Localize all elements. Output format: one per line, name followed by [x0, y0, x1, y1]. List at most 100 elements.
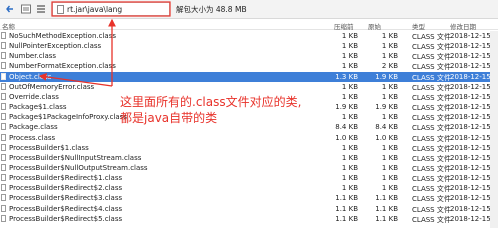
back-arrow-icon[interactable]	[4, 3, 16, 15]
compressed-size: 8.4 KB	[335, 123, 358, 132]
file-name: NullPointerException.class	[9, 42, 102, 51]
original-size: 1.0 KB	[375, 133, 398, 142]
class-file-icon	[1, 123, 6, 131]
file-row[interactable]: ProcessBuilder$1.class 1 KB 1 KB CLASS 文件 20…	[0, 143, 498, 153]
compressed-size: 1 KB	[341, 62, 358, 71]
file-row[interactable]: ProcessBuilder$Redirect$1.class 1 KB 1 KB C…	[0, 173, 498, 183]
compressed-size: 1.1 KB	[335, 194, 358, 203]
class-file-icon	[1, 153, 6, 161]
compressed-size: 1.0 KB	[335, 133, 358, 142]
file-row[interactable]: NumberFormatException.class 1 KB 2 KB CLASS…	[0, 61, 498, 71]
file-name: Package$1.class	[9, 103, 67, 112]
file-row[interactable]: NoSuchMethodException.class 1 KB 1 KB CLASS…	[0, 31, 498, 41]
menu-icon[interactable]	[35, 3, 47, 15]
file-row[interactable]: ProcessBuilder$NullOutputStream.class 1 K…	[0, 163, 498, 173]
file-row[interactable]: OutOfMemoryError.class 1 KB 1 KB CLASS 文件 20…	[0, 82, 498, 92]
class-file-icon	[1, 52, 6, 60]
file-name: ProcessBuilder$NullOutputStream.class	[9, 163, 148, 172]
original-size: 8.4 KB	[375, 123, 398, 132]
compressed-size: 1.3 KB	[335, 72, 358, 81]
col-original[interactable]: 原始	[368, 21, 381, 31]
annotation-line-2: 都是java自带的类	[120, 111, 218, 125]
original-size: 1.1 KB	[375, 214, 398, 223]
column-header: 名称 压缩前 原始 类型 修改日期	[0, 20, 498, 31]
file-name: Object.class	[9, 72, 52, 81]
class-file-icon	[1, 103, 6, 111]
path-bar[interactable]: rt.jar\java\lang	[52, 2, 170, 16]
class-file-icon	[1, 143, 6, 151]
compressed-size: 1 KB	[341, 153, 358, 162]
col-modified[interactable]: 修改日期	[450, 21, 476, 31]
original-size: 1 KB	[381, 42, 398, 51]
path-text: rt.jar\java\lang	[67, 5, 123, 14]
class-file-icon	[1, 174, 6, 182]
original-size: 1.9 KB	[375, 103, 398, 112]
file-name: ProcessBuilder$Redirect$1.class	[9, 174, 123, 183]
original-size: 1.1 KB	[375, 194, 398, 203]
col-type[interactable]: 类型	[412, 21, 425, 31]
original-size: 1 KB	[381, 82, 398, 91]
compressed-size: 1 KB	[341, 82, 358, 91]
compressed-size: 1.1 KB	[335, 214, 358, 223]
scrollbar[interactable]	[490, 31, 498, 228]
compressed-size: 1 KB	[341, 42, 358, 51]
file-name: ProcessBuilder$Redirect$2.class	[9, 184, 123, 193]
file-name: ProcessBuilder$Redirect$4.class	[9, 204, 123, 213]
class-file-icon	[1, 204, 6, 212]
original-size: 1 KB	[381, 113, 398, 122]
compressed-size: 1 KB	[341, 184, 358, 193]
file-name: ProcessBuilder$1.class	[9, 143, 89, 152]
file-name: Number.class	[9, 52, 57, 61]
file-row[interactable]: ProcessBuilder$Redirect$2.class 1 KB 1 KB C…	[0, 183, 498, 193]
class-file-icon	[1, 184, 6, 192]
original-size: 1 KB	[381, 32, 398, 40]
file-row[interactable]: NullPointerException.class 1 KB 1 KB CLASS …	[0, 41, 498, 51]
view-mode-icon[interactable]	[20, 3, 32, 15]
compressed-size: 1 KB	[341, 113, 358, 122]
original-size: 1.9 KB	[375, 72, 398, 81]
file-icon	[57, 5, 64, 14]
original-size: 1 KB	[381, 52, 398, 61]
file-row[interactable]: ProcessBuilder$Redirect$3.class 1.1 KB 1.1…	[0, 193, 498, 203]
file-row[interactable]: Number.class1 KB1 KBCLASS 文件2018-12-15 1…	[0, 51, 498, 61]
class-file-icon	[1, 62, 6, 70]
original-size: 1 KB	[381, 184, 398, 193]
class-file-icon	[1, 82, 6, 90]
class-file-icon	[1, 133, 6, 141]
file-name: Package.class	[9, 123, 58, 132]
class-file-icon	[1, 113, 6, 121]
original-size: 2 KB	[381, 62, 398, 71]
annotation-text: 这里面所有的.class文件对应的类, 都是java自带的类	[120, 94, 301, 126]
file-row[interactable]: Object.class 1.3 KB 1.9 KB CLASS 文件 2018-12-…	[0, 71, 498, 82]
file-name: Override.class	[9, 92, 59, 101]
class-file-icon	[1, 92, 6, 100]
file-row[interactable]: ProcessBuilder$NullInputStream.class 1 KB…	[0, 153, 498, 163]
class-file-icon	[1, 194, 6, 202]
file-row[interactable]: ProcessBuilder$Redirect$5.class 1.1 KB 1.1…	[0, 214, 498, 224]
compressed-size: 1 KB	[341, 52, 358, 61]
class-file-icon	[1, 163, 6, 171]
file-name: NumberFormatException.class	[9, 62, 116, 71]
col-name[interactable]: 名称	[2, 21, 15, 31]
class-file-icon	[1, 214, 6, 222]
file-name: Package$1PackageInfoProxy.class	[9, 113, 127, 122]
col-compressed[interactable]: 压缩前	[334, 21, 354, 31]
file-name: ProcessBuilder$Redirect$3.class	[9, 194, 123, 203]
compressed-size: 1.1 KB	[335, 204, 358, 213]
original-size: 1.1 KB	[375, 204, 398, 213]
file-name: ProcessBuilder$NullInputStream.class	[9, 153, 142, 162]
class-file-icon	[1, 42, 6, 50]
compressed-size: 1.9 KB	[335, 103, 358, 112]
original-size: 1 KB	[381, 143, 398, 152]
class-file-icon	[1, 72, 6, 80]
annotation-line-1: 这里面所有的.class文件对应的类,	[120, 95, 302, 109]
file-row[interactable]: Process.class 1.0 KB 1.0 KB CLASS 文件 2018-12…	[0, 133, 498, 143]
file-row[interactable]: ProcessBuilder$Redirect$4.class 1.1 KB 1.1…	[0, 204, 498, 214]
file-name: NoSuchMethodException.class	[9, 32, 116, 40]
original-size: 1 KB	[381, 153, 398, 162]
toolbar: rt.jar\java\lang 解包大小为 48.8 MB	[0, 0, 498, 19]
original-size: 1 KB	[381, 92, 398, 101]
original-size: 1 KB	[381, 174, 398, 183]
compressed-size: 1 KB	[341, 143, 358, 152]
compressed-size: 1 KB	[341, 163, 358, 172]
